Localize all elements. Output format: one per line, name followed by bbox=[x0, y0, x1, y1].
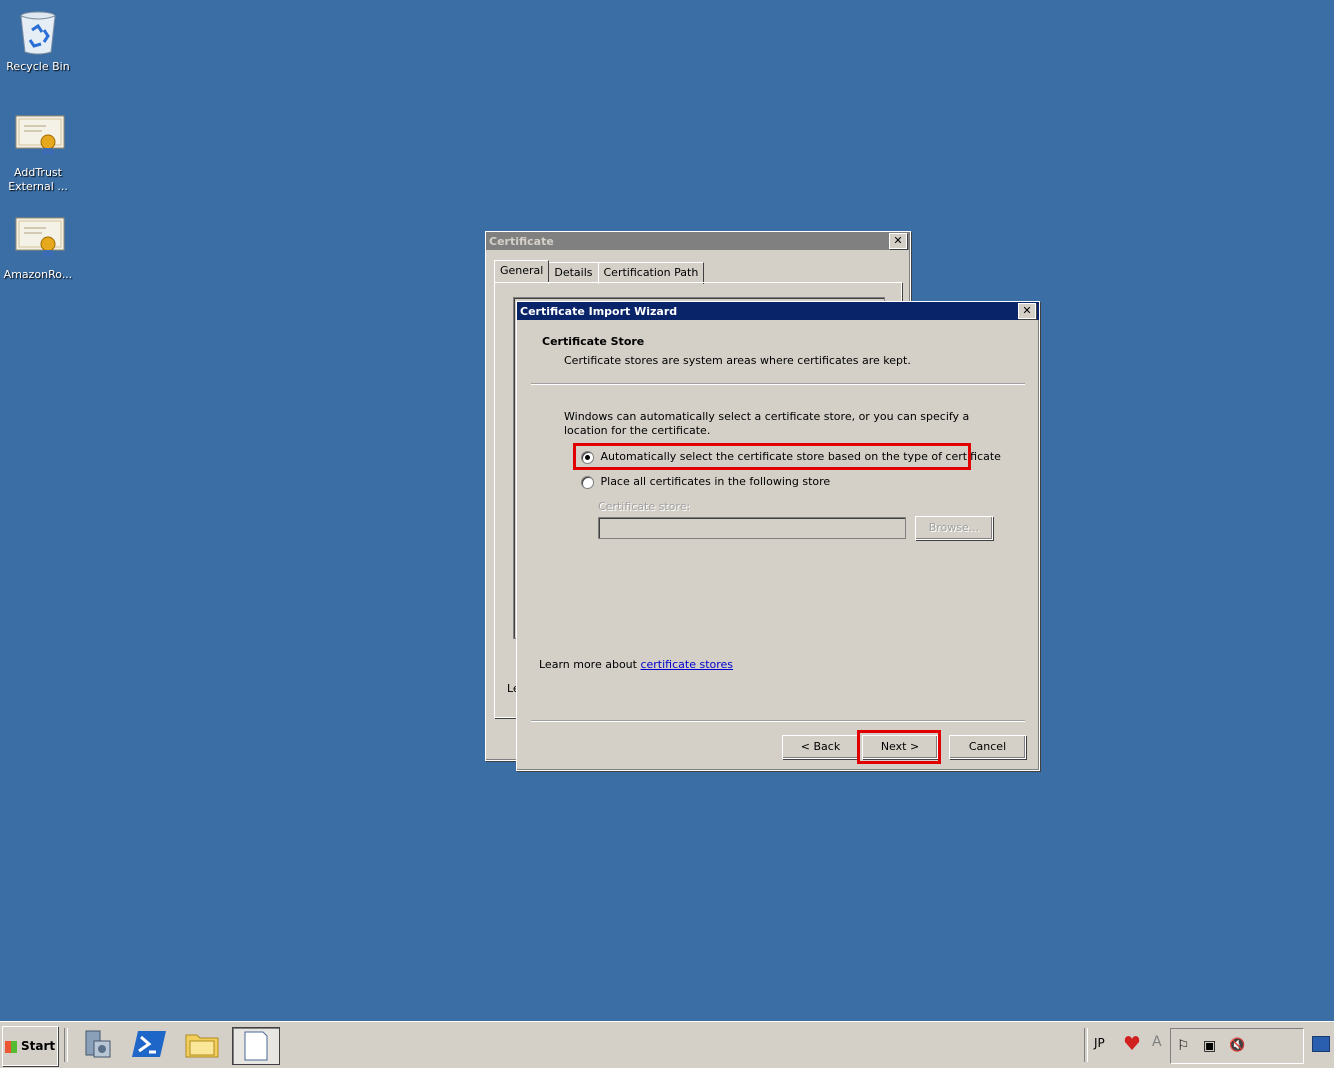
taskbar-divider bbox=[64, 1028, 68, 1062]
certificate-icon bbox=[14, 114, 65, 162]
tab-certification-path[interactable]: Certification Path bbox=[597, 262, 705, 284]
explorer-folder-icon[interactable] bbox=[184, 1027, 228, 1063]
radio-place-label[interactable]: Place all certificates in the following … bbox=[601, 475, 831, 488]
radio-auto-select[interactable]: Automatically select the certificate sto… bbox=[581, 450, 1001, 464]
next-button[interactable]: Next > bbox=[862, 735, 938, 759]
volume-muted-icon[interactable]: 🔇 bbox=[1229, 1038, 1245, 1053]
network-icon[interactable]: ▣ bbox=[1203, 1038, 1216, 1054]
certificate-window-taskbar-button[interactable] bbox=[232, 1027, 280, 1065]
start-button[interactable]: Start bbox=[2, 1026, 58, 1066]
recycle-bin-desktop-icon[interactable]: Recycle Bin bbox=[1, 8, 75, 74]
radio-place-store[interactable]: Place all certificates in the following … bbox=[581, 475, 830, 489]
wizard-intro-text: Windows can automatically select a certi… bbox=[564, 410, 970, 437]
wizard-header-title: Certificate Store bbox=[542, 335, 645, 348]
taskbar: Start JP A ⚐ ▣ 🔇 bbox=[0, 1021, 1334, 1068]
language-indicator[interactable]: JP bbox=[1094, 1036, 1105, 1050]
amazonroot-cert-desktop-icon[interactable]: AmazonRo... bbox=[1, 216, 75, 282]
footer-separator bbox=[531, 720, 1025, 722]
certificate-stores-link[interactable]: certificate stores bbox=[640, 658, 733, 671]
windows-logo-icon bbox=[4, 1040, 17, 1053]
learn-more-prefix: Learn more about bbox=[539, 658, 641, 671]
browse-button[interactable]: Browse... bbox=[915, 516, 993, 540]
wizard-header-desc: Certificate stores are system areas wher… bbox=[564, 354, 911, 367]
action-center-flag-icon[interactable]: ⚐ bbox=[1177, 1038, 1190, 1054]
server-manager-icon[interactable] bbox=[80, 1027, 124, 1063]
wizard-title: Certificate Import Wizard bbox=[520, 304, 678, 318]
certificate-store-field[interactable] bbox=[598, 517, 906, 539]
radio-place-button[interactable] bbox=[581, 475, 594, 489]
security-alert-icon[interactable] bbox=[1123, 1034, 1141, 1052]
radio-auto-label[interactable]: Automatically select the certificate sto… bbox=[601, 450, 1001, 463]
close-icon[interactable]: ✕ bbox=[889, 233, 907, 249]
close-icon[interactable]: ✕ bbox=[1018, 303, 1036, 319]
show-desktop-icon[interactable] bbox=[1312, 1036, 1330, 1052]
start-label: Start bbox=[21, 1039, 56, 1053]
certificate-title: Certificate bbox=[489, 234, 554, 248]
back-button[interactable]: < Back bbox=[782, 735, 859, 759]
recycle-bin-label: Recycle Bin bbox=[6, 60, 70, 73]
radio-auto-button[interactable] bbox=[581, 450, 594, 464]
ime-icon[interactable]: A bbox=[1152, 1034, 1162, 1050]
tray-divider bbox=[1084, 1028, 1088, 1062]
cancel-button[interactable]: Cancel bbox=[949, 735, 1026, 759]
certificate-titlebar: Certificate ✕ bbox=[486, 232, 910, 250]
powershell-icon[interactable] bbox=[132, 1027, 176, 1063]
recycle-bin-icon bbox=[14, 8, 62, 56]
notification-area: ⚐ ▣ 🔇 bbox=[1170, 1028, 1304, 1064]
certificate-tabs: General Details Certification Path bbox=[494, 260, 705, 284]
tab-general[interactable]: General bbox=[494, 260, 550, 282]
certificate-store-label: Certificate store: bbox=[598, 500, 691, 513]
addtrust-cert-desktop-icon[interactable]: AddTrust External ... bbox=[1, 114, 75, 194]
addtrust-label: AddTrust External ... bbox=[8, 166, 68, 193]
amazonroot-label: AmazonRo... bbox=[3, 268, 73, 281]
import-wizard-window: Certificate Import Wizard ✕ Certificate … bbox=[516, 301, 1040, 771]
learn-more-line: Learn more about certificate stores bbox=[539, 658, 733, 671]
header-separator bbox=[531, 383, 1025, 385]
certificate-icon bbox=[14, 216, 65, 264]
tab-details[interactable]: Details bbox=[548, 262, 599, 284]
wizard-titlebar: Certificate Import Wizard ✕ bbox=[517, 302, 1039, 320]
